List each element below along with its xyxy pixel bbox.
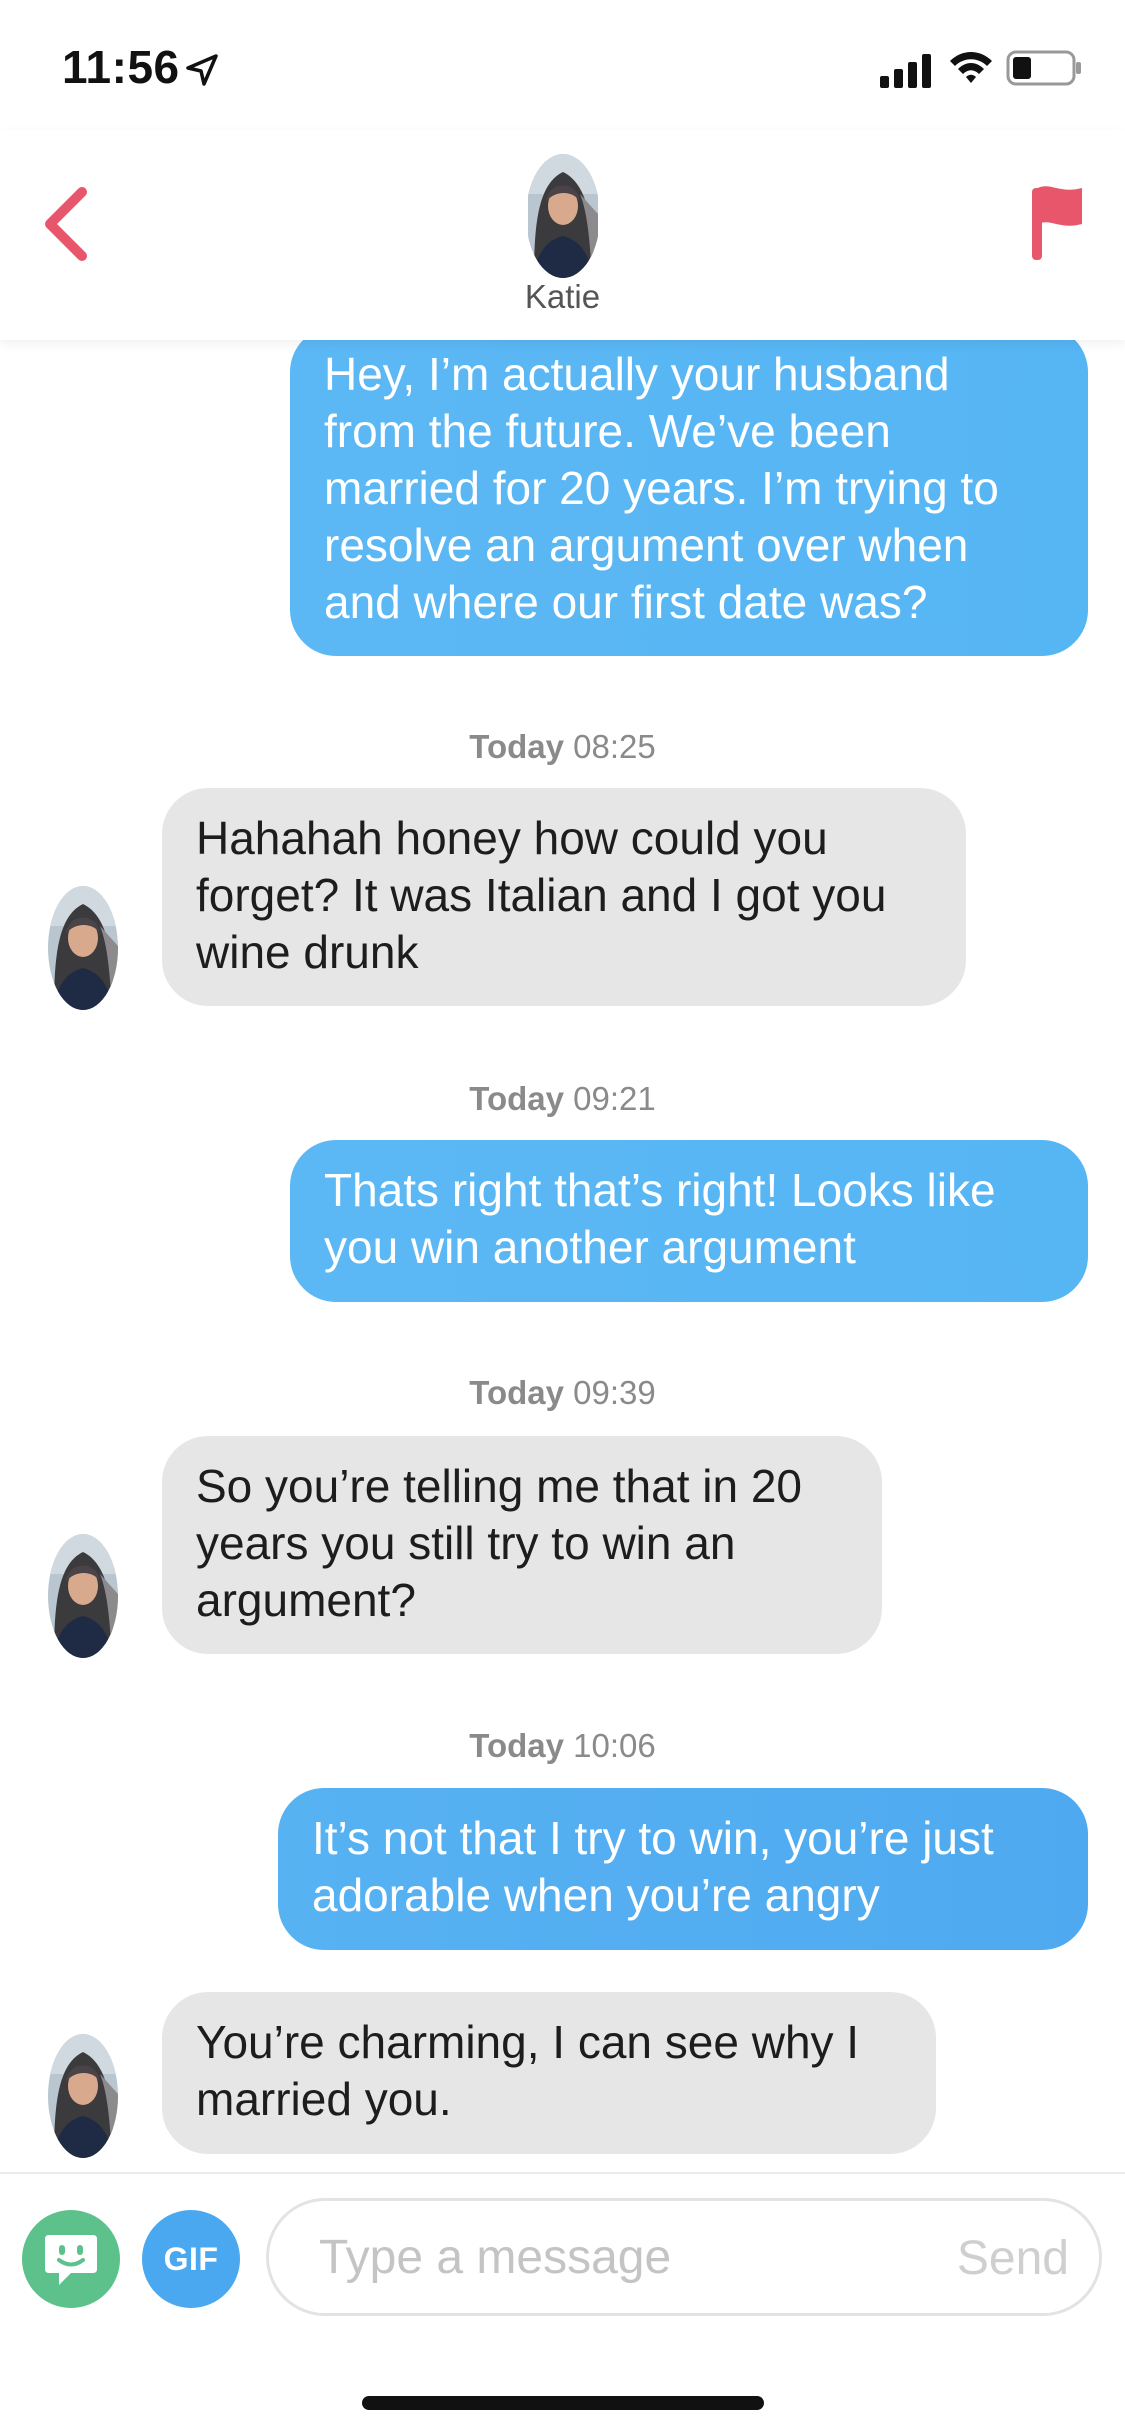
- message-line: Hahahah honey how could you: [196, 812, 828, 864]
- status-bar: 11:56: [0, 0, 1125, 130]
- message-timestamp: Today 09:39: [0, 1374, 1125, 1412]
- location-arrow-icon: [186, 54, 218, 86]
- message-line: resolve an argument over when: [324, 519, 969, 571]
- flag-icon[interactable]: [1026, 180, 1086, 262]
- timestamp-time: 08:25: [573, 728, 656, 765]
- timestamp-day: Today: [469, 1727, 564, 1764]
- message-line: wine drunk: [196, 926, 419, 978]
- message-line: So you’re telling me that in 20: [196, 1460, 803, 1512]
- battery-icon: [1006, 50, 1081, 86]
- received-message[interactable]: So you’re telling me that in 20 years yo…: [162, 1436, 882, 1654]
- send-button[interactable]: Send: [957, 2231, 1069, 2286]
- smiley-sticker-icon: [45, 2235, 97, 2285]
- home-indicator: [362, 2396, 764, 2410]
- sent-message[interactable]: It’s not that I try to win, you’re just …: [278, 1788, 1088, 1950]
- status-time: 11:56: [62, 41, 180, 93]
- message-line: from the future. We’ve been: [324, 405, 891, 457]
- contact-name[interactable]: Katie: [0, 278, 1125, 316]
- sent-message[interactable]: Thats right that’s right! Looks like you…: [290, 1140, 1088, 1302]
- message-line: years you still try to win an: [196, 1517, 736, 1569]
- timestamp-day: Today: [469, 1080, 564, 1117]
- received-message[interactable]: You’re charming, I can see why I married…: [162, 1992, 936, 2154]
- gif-button[interactable]: GIF: [142, 2210, 240, 2308]
- message-line: Thats right that’s right! Looks like: [324, 1164, 996, 1216]
- sender-avatar[interactable]: [48, 1534, 118, 1658]
- message-timestamp: Today 10:06: [0, 1727, 1125, 1765]
- message-line: adorable when you’re angry: [312, 1869, 880, 1921]
- message-line: you win another argument: [324, 1221, 856, 1273]
- message-timestamp: Today 08:25: [0, 728, 1125, 766]
- message-line: It’s not that I try to win, you’re just: [312, 1812, 994, 1864]
- message-line: married you.: [196, 2073, 452, 2125]
- timestamp-time: 09:21: [573, 1080, 656, 1117]
- cellular-signal-icon: [880, 54, 931, 88]
- timestamp-day: Today: [469, 1374, 564, 1411]
- message-line: forget? It was Italian and I got you: [196, 869, 887, 921]
- chevron-left-icon[interactable]: [38, 184, 96, 264]
- message-line: Hey, I’m actually your husband: [324, 348, 950, 400]
- message-composer: GIF Send: [0, 2172, 1125, 2436]
- contact-avatar[interactable]: [526, 154, 600, 278]
- wifi-icon: [950, 52, 992, 83]
- timestamp-day: Today: [469, 728, 564, 765]
- timestamp-time: 09:39: [573, 1374, 656, 1411]
- sender-avatar[interactable]: [48, 2034, 118, 2158]
- message-line: married for 20 years. I’m trying to: [324, 462, 999, 514]
- sender-avatar[interactable]: [48, 886, 118, 1010]
- received-message[interactable]: Hahahah honey how could you forget? It w…: [162, 788, 966, 1006]
- message-line: argument?: [196, 1574, 416, 1626]
- message-line: and where our first date was?: [324, 576, 928, 628]
- chat-header: Katie: [0, 130, 1125, 340]
- message-input-container: Send: [266, 2198, 1102, 2316]
- sticker-button[interactable]: [22, 2210, 120, 2308]
- sent-message[interactable]: Hey, I’m actually your husband from the …: [290, 326, 1088, 656]
- message-timestamp: Today 09:21: [0, 1080, 1125, 1118]
- message-input[interactable]: [319, 2201, 879, 2313]
- message-line: You’re charming, I can see why I: [196, 2016, 860, 2068]
- timestamp-time: 10:06: [573, 1727, 656, 1764]
